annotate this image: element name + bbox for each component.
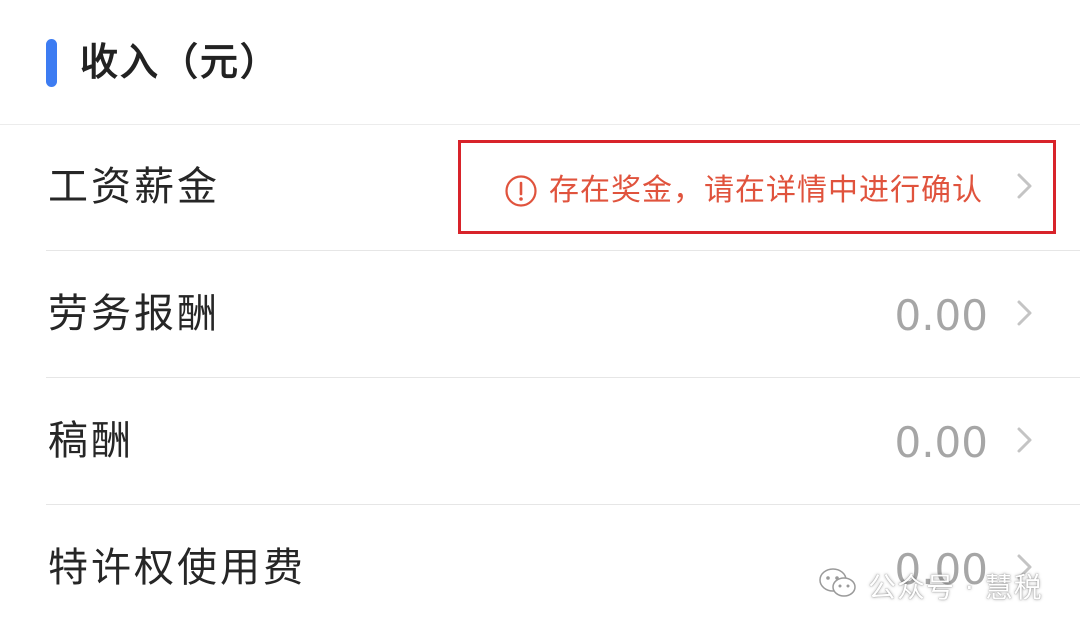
alert-circle-icon (504, 174, 538, 208)
watermark-text: 公众号 · 慧税 (868, 571, 1043, 604)
chevron-right-icon (1010, 299, 1038, 327)
row-value: 0.00 (894, 291, 988, 340)
wechat-icon (818, 566, 858, 607)
row-value: 0.00 (894, 418, 988, 467)
row-label: 稿酬 (48, 418, 134, 464)
section-title: 收入（元） (80, 40, 281, 84)
section-accent-bar (46, 39, 57, 87)
row-label: 劳务报酬 (48, 291, 220, 337)
row-divider (46, 377, 1080, 378)
row-label: 特许权使用费 (48, 545, 306, 591)
income-page: 收入（元） 工资薪金 存在奖金，请在详情中进行确认 劳务报酬 0.00 稿酬 0… (0, 0, 1080, 630)
income-row-royalty[interactable]: 稿酬 0.00 (0, 379, 1080, 505)
watermark: 公众号 · 慧税 (818, 566, 1043, 606)
row-label: 工资薪金 (48, 164, 220, 210)
row-divider (46, 250, 1080, 251)
income-row-labor[interactable]: 劳务报酬 0.00 (0, 252, 1080, 378)
bonus-warning-text[interactable]: 存在奖金，请在详情中进行确认 (549, 163, 983, 219)
section-header: 收入（元） (0, 0, 1080, 125)
row-divider (46, 504, 1080, 505)
chevron-right-icon (1010, 426, 1038, 454)
